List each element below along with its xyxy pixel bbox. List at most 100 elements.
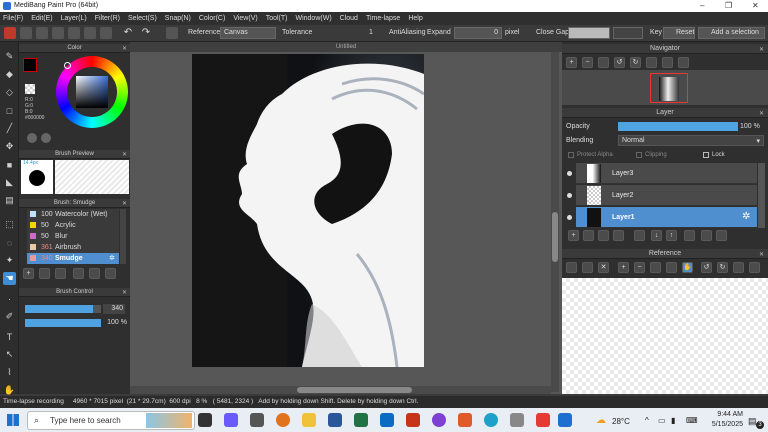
dot-tool-icon[interactable]: ·: [3, 292, 16, 305]
app-icon[interactable]: [276, 413, 290, 427]
magic-wand-icon[interactable]: [166, 27, 178, 39]
brush-import-icon[interactable]: [55, 268, 66, 279]
brush-size-value[interactable]: 340: [103, 304, 125, 314]
document-tab[interactable]: Untitled: [130, 42, 562, 52]
menu-layer[interactable]: Layer(L): [61, 15, 87, 22]
battery-icon[interactable]: ▮: [671, 416, 675, 425]
brush-item[interactable]: 361 Airbrush: [27, 242, 119, 253]
lock-checkbox[interactable]: [703, 152, 709, 158]
file-explorer-icon[interactable]: [302, 413, 316, 427]
brush-edit-icon[interactable]: [73, 268, 84, 279]
select-tool-icon[interactable]: ⬚: [3, 218, 16, 231]
menu-timelapse[interactable]: Time-lapse: [366, 15, 400, 22]
move-tool-icon[interactable]: ✥: [3, 140, 16, 153]
menu-cloud[interactable]: Cloud: [340, 15, 358, 22]
eyedropper-tool-icon[interactable]: ⌇: [3, 366, 16, 379]
menu-filter[interactable]: Filter(R): [95, 15, 120, 22]
new-halftone-layer-icon[interactable]: [583, 230, 594, 241]
reference-rotate-left-icon[interactable]: ↺: [701, 262, 712, 273]
eye-icon[interactable]: [567, 171, 572, 176]
gradient-tool-icon[interactable]: ▤: [3, 194, 16, 207]
new-layer-icon[interactable]: +: [568, 230, 579, 241]
minimize-button[interactable]: –: [700, 1, 704, 10]
horizontal-scroll-thumb[interactable]: [297, 387, 412, 393]
panel-close-icon[interactable]: ✕: [759, 45, 764, 55]
menu-window[interactable]: Window(W): [295, 15, 331, 22]
add-selection-button[interactable]: Add a selection: [698, 27, 765, 39]
reset-button[interactable]: Reset: [663, 27, 695, 39]
vertical-scroll-thumb[interactable]: [552, 212, 558, 262]
menu-edit[interactable]: Edit(E): [31, 15, 52, 22]
expand-input[interactable]: 0: [454, 27, 502, 39]
layer-row-selected[interactable]: Layer1 ✲: [567, 207, 757, 228]
copy-layer-icon[interactable]: [701, 230, 712, 241]
reference-hand-icon[interactable]: ✋: [682, 262, 693, 273]
save-icon[interactable]: [52, 27, 64, 39]
shape-tool-icon[interactable]: □: [3, 104, 16, 117]
brush-size-slider[interactable]: [25, 305, 101, 313]
reference-select[interactable]: Canvas: [220, 27, 276, 39]
brush-list-scrollbar[interactable]: [120, 209, 126, 264]
add-brush-icon[interactable]: +: [23, 268, 34, 279]
merge-layer-icon[interactable]: [684, 230, 695, 241]
close-gaps-slider[interactable]: [568, 27, 610, 39]
bucket-tool-icon[interactable]: ◣: [3, 176, 16, 189]
brave-icon[interactable]: [458, 413, 472, 427]
deselect-icon[interactable]: [4, 27, 16, 39]
edge-icon[interactable]: [484, 413, 498, 427]
brush-delete-icon[interactable]: [105, 268, 116, 279]
panel-close-icon[interactable]: ✕: [122, 289, 127, 298]
reference-settings-icon[interactable]: [749, 262, 760, 273]
layer-settings-icon[interactable]: ✲: [742, 211, 750, 222]
fill-rect-tool-icon[interactable]: ■: [3, 158, 16, 171]
rotate-left-icon[interactable]: ↺: [614, 57, 625, 68]
keyboard-icon[interactable]: ⌨: [686, 416, 698, 425]
rotate-right-icon[interactable]: ↻: [630, 57, 641, 68]
zoom-in-icon[interactable]: +: [566, 57, 577, 68]
reference-zoom-in-icon[interactable]: +: [618, 262, 629, 273]
outlook-icon[interactable]: [380, 413, 394, 427]
brush-item-selected[interactable]: 340 Smudge ✲: [27, 253, 119, 264]
brush-item[interactable]: 50 Blur: [27, 231, 119, 242]
app-icon[interactable]: [536, 413, 550, 427]
share-icon[interactable]: [84, 27, 96, 39]
layer-row[interactable]: Layer3: [567, 163, 757, 184]
eye-icon[interactable]: [567, 215, 572, 220]
protect-alpha-checkbox[interactable]: [568, 152, 574, 158]
open-file-icon[interactable]: [36, 27, 48, 39]
brush-item[interactable]: 100 Watercolor (Wet): [27, 209, 119, 220]
menu-file[interactable]: File(F): [3, 15, 23, 22]
lasso-tool-icon[interactable]: ◌: [3, 236, 16, 249]
brush-palette-icon[interactable]: [39, 268, 50, 279]
close-window-button[interactable]: ✕: [752, 1, 759, 10]
redo-icon[interactable]: ↷: [140, 27, 152, 39]
reference-home-icon[interactable]: [566, 262, 577, 273]
duplicate-layer-icon[interactable]: [598, 230, 609, 241]
canvas-artwork[interactable]: [192, 54, 424, 367]
clipping-checkbox[interactable]: [636, 152, 642, 158]
saturation-value-square[interactable]: [76, 76, 108, 108]
reference-open-icon[interactable]: [582, 262, 593, 273]
weather-icon[interactable]: ☁: [596, 415, 606, 426]
menu-color[interactable]: Color(C): [199, 15, 225, 22]
select-pen-icon[interactable]: ✐: [3, 310, 16, 323]
settings-icon[interactable]: [100, 27, 112, 39]
reference-rotate-right-icon[interactable]: ↻: [717, 262, 728, 273]
brush-tool-icon[interactable]: ✎: [3, 50, 16, 63]
weather-temperature[interactable]: 28°C: [612, 417, 630, 426]
brush-settings-icon[interactable]: ✲: [109, 253, 115, 264]
transparent-color-swatch[interactable]: [25, 84, 35, 94]
primary-color-swatch[interactable]: [23, 58, 37, 72]
canvas-horizontal-scrollbar[interactable]: [130, 386, 551, 394]
clock[interactable]: 9:44 AM 5/15/2025: [705, 410, 743, 430]
brush-folder-icon[interactable]: [89, 268, 100, 279]
browser-icon[interactable]: [432, 413, 446, 427]
brush-item[interactable]: 50 Acrylic: [27, 220, 119, 231]
copilot-icon[interactable]: [224, 413, 238, 427]
taskbar-search[interactable]: ⌕ Type here to search: [27, 411, 195, 430]
reference-eyedropper-icon[interactable]: [666, 262, 677, 273]
layer-type-icon[interactable]: [613, 230, 624, 241]
brush-opacity-slider[interactable]: [25, 319, 101, 327]
layer-row[interactable]: Layer2: [567, 185, 757, 206]
palette-icon[interactable]: [27, 133, 37, 143]
